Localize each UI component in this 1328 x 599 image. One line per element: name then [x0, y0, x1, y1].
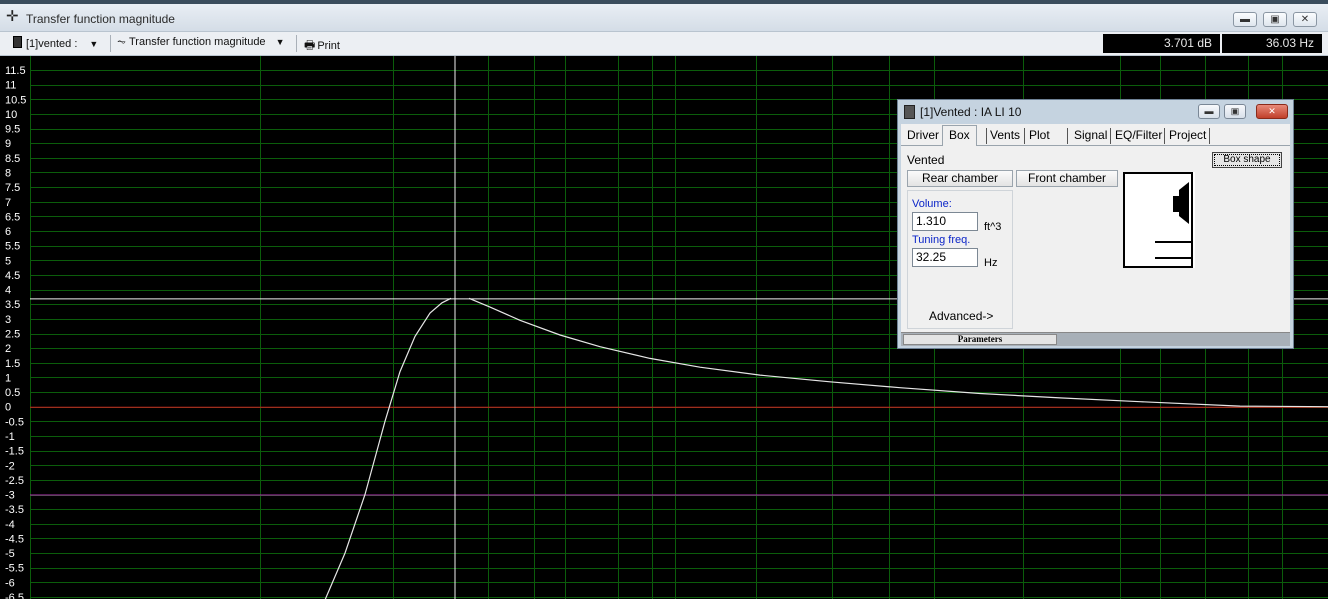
y-tick-label: 8.5	[5, 153, 20, 165]
tab-divider	[986, 128, 987, 144]
tab-vents[interactable]: Vents	[990, 128, 1020, 142]
front-chamber-button[interactable]: Front chamber	[1016, 170, 1118, 187]
chevron-down-icon: ▼	[89, 39, 99, 49]
project-selector[interactable]: [1]vented : ▼	[13, 36, 98, 50]
speaker-icon	[904, 105, 915, 119]
y-tick-label: 11	[5, 80, 16, 92]
dialog-titlebar[interactable]: [1]Vented : IA LI 10 ▬ ▣ ✕	[898, 100, 1293, 124]
dialog-body: Driver Box Vents Plot Signal EQ/Filter P…	[901, 124, 1290, 346]
print-label: Print	[317, 40, 340, 52]
tab-driver[interactable]: Driver	[907, 128, 939, 142]
y-tick-label: -1.5	[5, 446, 24, 458]
y-tick-label: 3	[5, 314, 11, 326]
toolbar-divider	[296, 35, 297, 52]
driver-magnet-icon	[1173, 196, 1179, 212]
close-button[interactable]: ✕	[1293, 12, 1317, 27]
dialog-title: [1]Vented : IA LI 10	[920, 105, 1022, 119]
tab-eq-filter[interactable]: EQ/Filter	[1115, 128, 1162, 142]
tab-plot[interactable]: Plot	[1029, 128, 1050, 142]
tab-divider	[1209, 128, 1210, 144]
box-preview-diagram	[1123, 172, 1195, 268]
tab-divider	[1110, 128, 1111, 144]
y-tick-label: 7	[5, 197, 11, 209]
y-tick-label: -1	[5, 431, 15, 443]
chevron-down-icon: ▼	[275, 37, 285, 47]
volume-unit: ft^3	[984, 221, 1002, 233]
y-tick-label: 1	[5, 372, 11, 384]
y-tick-label: 4	[5, 285, 11, 297]
y-tick-label: 9.5	[5, 124, 20, 136]
graph-selector[interactable]: ⏦ Transfer function magnitude ▼	[117, 36, 284, 49]
tab-signal[interactable]: Signal	[1074, 128, 1107, 142]
speaker-icon	[13, 36, 22, 48]
dialog-close-button[interactable]: ✕	[1256, 104, 1288, 119]
window-titlebar[interactable]: ✛ Transfer function magnitude ▬ ▣ ✕	[0, 4, 1328, 32]
window-title: Transfer function magnitude	[26, 12, 175, 26]
y-tick-label: 3.5	[5, 299, 20, 311]
status-parameters: Parameters	[903, 334, 1057, 345]
y-tick-label: -0.5	[5, 416, 24, 428]
tuning-freq-input[interactable]: 32.25	[912, 248, 978, 267]
dialog-maximize-button[interactable]: ▣	[1224, 104, 1246, 119]
y-tick-label: 9	[5, 138, 11, 150]
graph-selector-label: Transfer function magnitude	[129, 36, 266, 48]
tab-divider	[1024, 128, 1025, 144]
y-tick-label: 4.5	[5, 270, 20, 282]
tuning-freq-unit: Hz	[984, 257, 998, 269]
dialog-minimize-button[interactable]: ▬	[1198, 104, 1220, 119]
y-tick-label: -6.5	[5, 592, 24, 599]
box-shape-button[interactable]: Box shape	[1212, 152, 1282, 168]
restore-button[interactable]: ▣	[1263, 12, 1287, 27]
dialog-statusbar: Parameters	[901, 332, 1290, 346]
advanced-button[interactable]: Advanced->	[929, 309, 993, 323]
readout-frequency: 36.03 Hz	[1222, 34, 1322, 53]
toolbar: [1]vented : ▼ ⏦ Transfer function magnitud…	[0, 32, 1328, 56]
y-tick-label: -4	[5, 519, 15, 531]
volume-input[interactable]: 1.310	[912, 212, 978, 231]
tab-project[interactable]: Project	[1169, 128, 1206, 142]
y-tick-label: -5	[5, 548, 15, 560]
box-type-label: Vented	[907, 153, 945, 167]
tab-divider	[1164, 128, 1165, 144]
y-tick-label: -2.5	[5, 475, 24, 487]
box-parameters-dialog[interactable]: [1]Vented : IA LI 10 ▬ ▣ ✕ Driver Box Ve…	[897, 99, 1294, 349]
y-tick-label: 0.5	[5, 387, 20, 399]
y-tick-label: -2	[5, 460, 15, 472]
rear-chamber-button[interactable]: Rear chamber	[907, 170, 1013, 187]
tab-box[interactable]: Box	[942, 125, 977, 146]
y-tick-label: 2	[5, 343, 11, 355]
y-tick-label: 5	[5, 255, 11, 267]
toolbar-divider	[110, 35, 111, 52]
y-tick-label: 6.5	[5, 211, 20, 223]
tuning-freq-label: Tuning freq.	[912, 234, 971, 246]
dialog-tabs: Driver Box Vents Plot Signal EQ/Filter P…	[901, 124, 1290, 146]
waveform-icon: ⏦	[117, 36, 126, 48]
y-tick-label: 6	[5, 226, 11, 238]
y-tick-label: 10	[5, 109, 17, 121]
y-tick-label: 5.5	[5, 241, 20, 253]
printer-icon: 🖶	[304, 38, 316, 52]
y-tick-label: -3.5	[5, 504, 24, 516]
y-tick-label: -4.5	[5, 533, 24, 545]
print-button[interactable]: 🖶 Print	[304, 36, 340, 57]
y-tick-label: -3	[5, 490, 15, 502]
y-tick-label: -6	[5, 577, 15, 589]
minimize-button[interactable]: ▬	[1233, 12, 1257, 27]
y-tick-label: 0	[5, 402, 11, 414]
y-tick-label: 10.5	[5, 94, 26, 106]
y-tick-label: 8	[5, 167, 11, 179]
y-tick-label: 1.5	[5, 358, 20, 370]
y-tick-label: 7.5	[5, 182, 20, 194]
crosshair-icon: ✛	[6, 8, 19, 25]
volume-label: Volume:	[912, 198, 952, 210]
tab-divider	[1067, 128, 1068, 144]
readout-db: 3.701 dB	[1103, 34, 1220, 53]
y-tick-label: 11.5	[5, 65, 26, 77]
y-tick-label: 2.5	[5, 329, 20, 341]
project-selector-label: [1]vented :	[26, 38, 78, 50]
y-tick-label: -5.5	[5, 563, 24, 575]
